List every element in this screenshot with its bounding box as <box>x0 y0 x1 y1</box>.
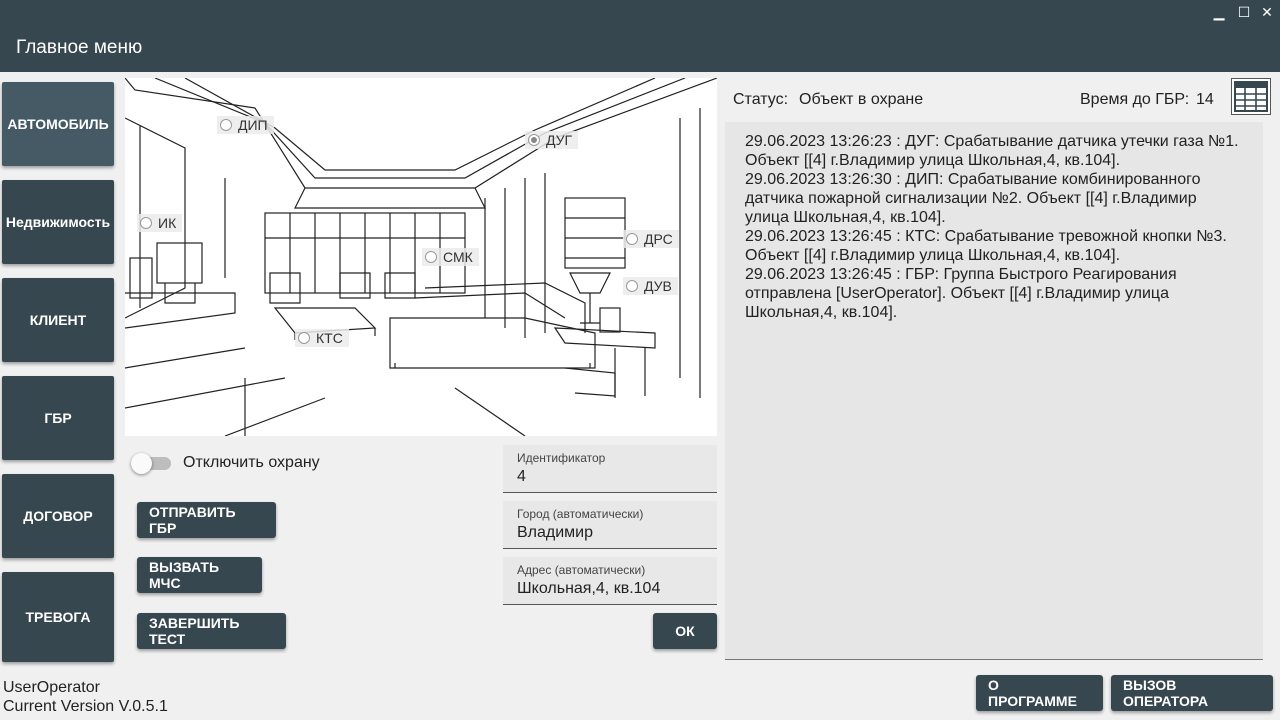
close-icon[interactable]: ✕ <box>1256 2 1278 22</box>
event-log: 29.06.2023 13:26:23 : ДУГ: Срабатывание … <box>725 122 1263 660</box>
identifier-field[interactable]: Идентификатор 4 <box>503 445 717 493</box>
room-drawing <box>125 78 717 436</box>
radio-icon <box>425 251 437 263</box>
sensor-label: ДРС <box>644 231 673 247</box>
radio-icon <box>140 217 152 229</box>
sensor-dug[interactable]: ДУГ <box>525 131 579 149</box>
field-value: Школьная,4, кв.104 <box>517 580 661 597</box>
sidebar-item-property[interactable]: Недвижимость <box>2 180 114 264</box>
call-mchs-button[interactable]: ВЫЗВАТЬ МЧС <box>137 557 262 593</box>
log-line: датчика пожарной сигнализации №2. Объект… <box>745 190 1197 207</box>
log-line: Школьная,4, кв.104]. <box>745 304 898 321</box>
sensor-smk[interactable]: СМК <box>422 248 479 266</box>
radio-icon <box>626 233 638 245</box>
status-label: Статус: <box>733 91 789 108</box>
table-grid-glyph <box>1234 81 1268 112</box>
address-field[interactable]: Адрес (автоматически) Школьная,4, кв.104 <box>503 557 717 605</box>
current-user: UserOperator <box>3 679 100 696</box>
sidebar-item-contract[interactable]: ДОГОВОР <box>2 474 114 558</box>
city-field[interactable]: Город (автоматически) Владимир <box>503 501 717 549</box>
sidebar-item-alarm[interactable]: ТРЕВОГА <box>2 572 114 662</box>
sensor-drs[interactable]: ДРС <box>623 230 679 248</box>
radio-selected-icon <box>528 134 540 146</box>
finish-test-button[interactable]: ЗАВЕРШИТЬ ТЕСТ <box>137 613 286 649</box>
window-titlebar: ▁ ☐ ✕ <box>0 0 1280 24</box>
radio-icon <box>220 119 232 131</box>
field-label: Адрес (автоматически) <box>517 563 646 577</box>
app-version: Current Version V.0.5.1 <box>3 698 168 715</box>
page-title: Главное меню <box>0 24 1280 72</box>
ok-button[interactable]: ОК <box>653 613 717 649</box>
log-line: отправлена [UserOperator]. Объект [[4] г… <box>745 285 1169 302</box>
time-to-gbr-label: Время до ГБР: <box>1080 91 1190 108</box>
log-line: 29.06.2023 13:26:45 : ГБР: Группа Быстро… <box>745 266 1177 283</box>
sensor-label: СМК <box>443 249 473 265</box>
field-value: Владимир <box>517 524 594 541</box>
sidebar-item-client[interactable]: КЛИЕНТ <box>2 278 114 362</box>
table-grid-icon[interactable] <box>1231 78 1271 115</box>
maximize-icon[interactable]: ☐ <box>1233 2 1255 22</box>
toggle-knob <box>131 453 152 474</box>
time-to-gbr-value: 14 <box>1196 91 1214 108</box>
send-gbr-button[interactable]: ОТПРАВИТЬ ГБР <box>137 502 276 538</box>
sensor-kts[interactable]: КТС <box>295 329 349 347</box>
sensor-duv[interactable]: ДУВ <box>623 277 678 295</box>
about-button[interactable]: О ПРОГРАММЕ <box>976 675 1103 711</box>
sensor-ik[interactable]: ИК <box>137 214 183 232</box>
room-plan-image: ДИП ДУГ ИК СМК ДРС ДУВ КТС <box>125 78 717 436</box>
sensor-label: ДУГ <box>546 132 573 148</box>
field-value: 4 <box>517 468 526 485</box>
field-label: Город (автоматически) <box>517 507 644 521</box>
sidebar-item-car[interactable]: АВТОМОБИЛЬ <box>2 82 114 166</box>
sensor-label: КТС <box>316 330 343 346</box>
status-value: Объект в охране <box>799 91 924 108</box>
sensor-label: ДИП <box>238 117 268 133</box>
sensor-label: ДУВ <box>644 278 672 294</box>
radio-icon <box>298 332 310 344</box>
log-line: Объект [[4] г.Владимир улица Школьная,4,… <box>745 152 1121 169</box>
sidebar-item-gbr[interactable]: ГБР <box>2 376 114 460</box>
sensor-dip[interactable]: ДИП <box>217 116 274 134</box>
log-line: Объект [[4] г.Владимир улица Школьная,4,… <box>745 247 1121 264</box>
call-operator-button[interactable]: ВЫЗОВ ОПЕРАТОРА <box>1111 675 1273 711</box>
radio-icon <box>626 280 638 292</box>
disable-guard-label: Отключить охрану <box>183 454 320 471</box>
minimize-icon[interactable]: ▁ <box>1208 2 1230 22</box>
disable-guard-toggle[interactable] <box>131 452 173 474</box>
log-line: 29.06.2023 13:26:45 : КТС: Срабатывание … <box>745 228 1227 245</box>
log-line: 29.06.2023 13:26:30 : ДИП: Срабатывание … <box>745 171 1201 188</box>
sensor-label: ИК <box>158 215 177 231</box>
log-line: улица Школьная,4, кв.104]. <box>745 209 946 226</box>
log-line: 29.06.2023 13:26:23 : ДУГ: Срабатывание … <box>745 133 1239 150</box>
field-label: Идентификатор <box>517 451 606 465</box>
